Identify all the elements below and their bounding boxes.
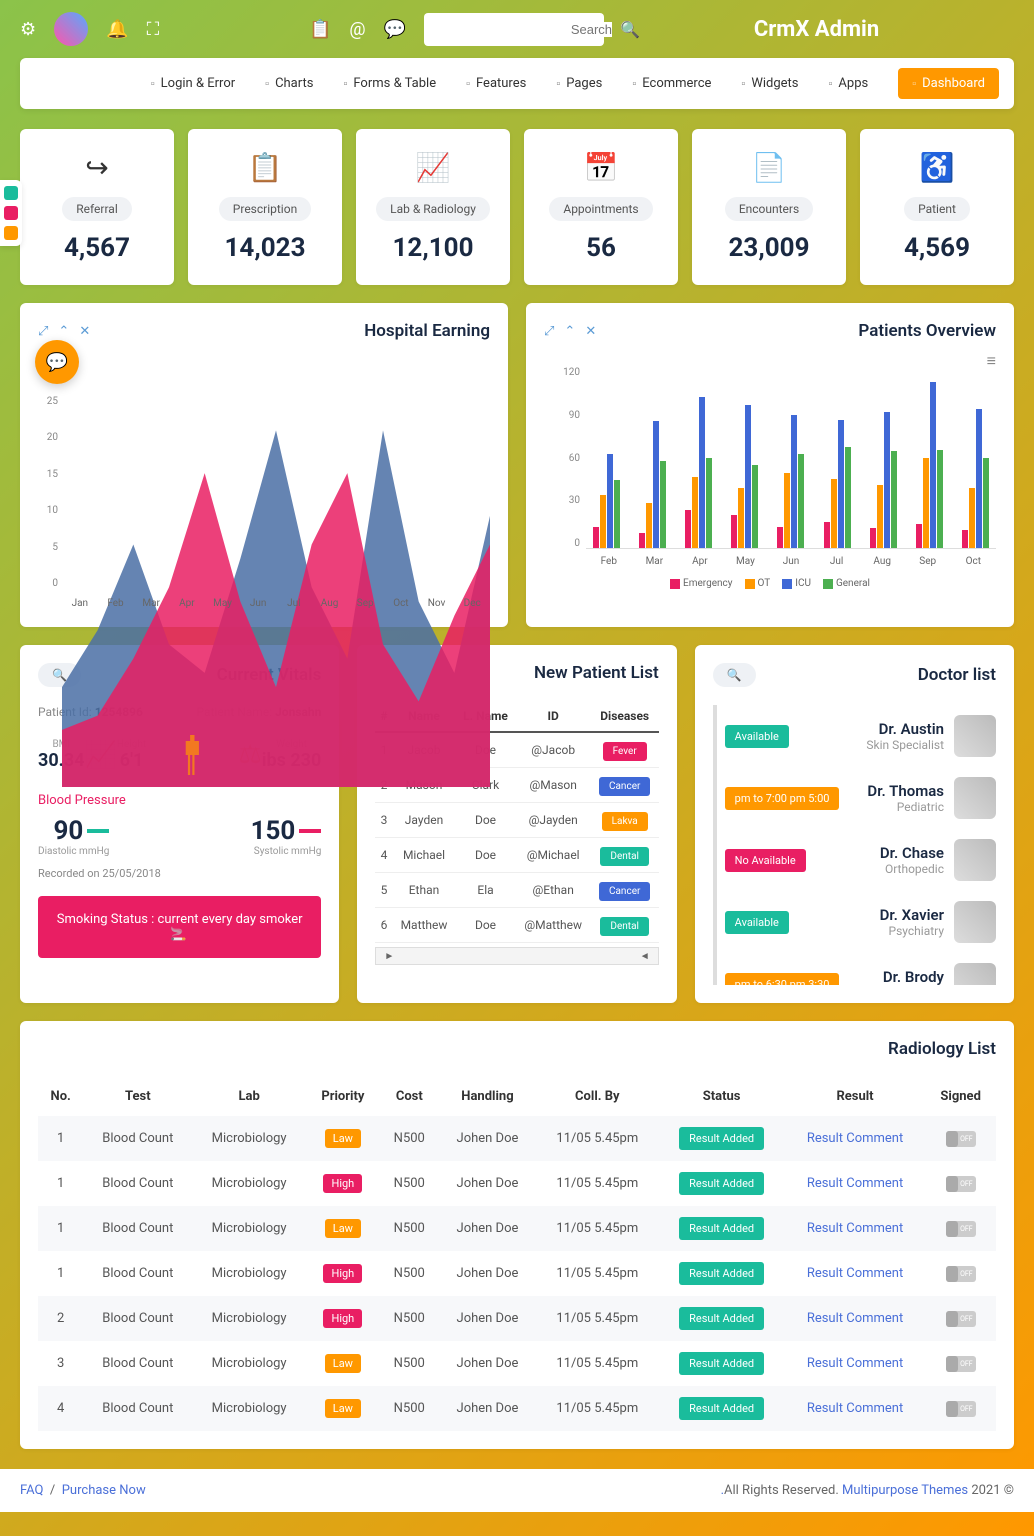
up-icon[interactable]: ⌃ — [58, 324, 69, 339]
table-row[interactable]: 5EthanEla@EthanCancer — [375, 873, 658, 908]
stat-card: ♿ Patient 4,569 — [860, 129, 1014, 285]
stat-card: 📈 Lab & Radiology 12,100 — [356, 129, 510, 285]
stat-icon: ♿ — [870, 151, 1004, 183]
up-icon[interactable]: ⌃ — [564, 324, 575, 339]
stat-icon: 📈 — [366, 151, 500, 183]
doctor-item[interactable]: Dr. ThomasPediatric 5:00 pm to 7:00 pm — [725, 767, 996, 829]
brand: CrmX Admin — [754, 17, 879, 42]
fullscreen-icon[interactable]: ⛶ — [147, 19, 160, 40]
expand-icon[interactable]: ⤢ — [38, 324, 48, 339]
bar-chart: ≡ 1209060300FebMarAprMayJunJulAugSepOctE… — [544, 359, 996, 589]
stat-card: 📋 Prescription 14,023 — [188, 129, 342, 285]
table-row[interactable]: 4MichaelDoe@MichaelDental — [375, 838, 658, 873]
table-row[interactable]: 6MatthewDoe@MatthewDental — [375, 908, 658, 943]
stat-icon: ↪ — [30, 151, 164, 183]
nav-item[interactable]: Login & Error ▫ — [151, 76, 235, 91]
table-row[interactable]: 1Blood CountMicrobiology High N500Johen … — [38, 1251, 996, 1296]
patients-overview-card: Patients Overview ✕ ⌃ ⤢ ≡ 1209060300FebM… — [526, 303, 1014, 627]
radiology-table: No.TestLabPriorityCostHandlingColl. BySt… — [38, 1077, 996, 1431]
table-row[interactable]: 1Blood CountMicrobiology Law N500Johen D… — [38, 1206, 996, 1251]
table-row[interactable]: 3JaydenDoe@JaydenLakva — [375, 803, 658, 838]
table-row[interactable]: 4Blood CountMicrobiology Law N500Johen D… — [38, 1386, 996, 1431]
side-tab-3[interactable] — [4, 226, 18, 240]
nav-item[interactable]: Dashboard ▫ — [898, 68, 999, 99]
doctor-item[interactable]: Dr. BrodyGenral 3:30 pm to 6:30 pm — [725, 953, 996, 985]
avatar[interactable] — [54, 12, 88, 46]
hospital-earning-card: Hospital Earning ✕ ⌃ ⤢ 302520151050JanFe… — [20, 303, 508, 627]
nav-item[interactable]: Pages ▫ — [556, 76, 602, 91]
stat-icon: 📄 — [702, 151, 836, 183]
doctor-avatar — [954, 715, 996, 757]
smoking-status: Smoking Status : current every day smoke… — [38, 896, 321, 958]
chat-icon[interactable]: 💬 — [384, 19, 406, 40]
toggle[interactable]: OFF — [946, 1131, 976, 1147]
doctor-search[interactable]: 🔍 — [713, 663, 756, 687]
topbar: CrmX Admin 🔍 💬 @ 📋 ⛶ 🔔 ⚙ — [0, 0, 1034, 58]
toggle[interactable]: OFF — [946, 1221, 976, 1237]
doctor-avatar — [954, 963, 996, 985]
scroll-left-icon[interactable]: ◄ — [632, 951, 658, 962]
scroll-right-icon[interactable]: ► — [376, 951, 402, 962]
stat-icon: 📋 — [198, 151, 332, 183]
nav-item[interactable]: Ecommerce ▫ — [632, 76, 711, 91]
table-row[interactable]: 1Blood CountMicrobiology Law N500Johen D… — [38, 1116, 996, 1161]
doctor-item[interactable]: Dr. XavierPsychiatry Available — [725, 891, 996, 953]
table-row[interactable]: 2Blood CountMicrobiology High N500Johen … — [38, 1296, 996, 1341]
side-tab-1[interactable] — [4, 186, 18, 200]
doctor-list-card: Doctor list 🔍 Dr. AustinSkin Specialist … — [695, 645, 1014, 1003]
toggle[interactable]: OFF — [946, 1176, 976, 1192]
stat-card: 📅 Appointments 56 — [524, 129, 678, 285]
toggle[interactable]: OFF — [946, 1266, 976, 1282]
nav-item[interactable]: Widgets ▫ — [741, 76, 798, 91]
bell-icon[interactable]: 🔔 — [106, 19, 128, 40]
at-icon[interactable]: @ — [349, 19, 365, 40]
fab-button[interactable]: 💬 — [35, 340, 79, 384]
clipboard-icon[interactable]: 📋 — [309, 19, 331, 40]
collapse-icon[interactable]: ✕ — [79, 324, 90, 339]
stat-card: ↪ Referral 4,567 — [20, 129, 174, 285]
doctor-list: Dr. AustinSkin Specialist Available Dr. … — [713, 705, 996, 985]
table-row[interactable]: 1Blood CountMicrobiology High N500Johen … — [38, 1161, 996, 1206]
search-icon: 🔍 — [620, 20, 640, 39]
nav-item[interactable]: Features ▫ — [466, 76, 526, 91]
card-title: Hospital Earning — [364, 321, 490, 341]
side-tab-2[interactable] — [4, 206, 18, 220]
doctor-item[interactable]: Dr. ChaseOrthopedic No Available — [725, 829, 996, 891]
card-title: Patients Overview — [858, 321, 996, 341]
toggle[interactable]: OFF — [946, 1401, 976, 1417]
doctor-avatar — [954, 901, 996, 943]
area-chart: 302520151050JanFebMarAprMayJunJulAugSepO… — [38, 359, 490, 609]
gear-icon[interactable]: ⚙ — [20, 19, 36, 40]
radiology-card: Radiology List No.TestLabPriorityCostHan… — [20, 1021, 1014, 1449]
side-tabs[interactable] — [0, 180, 22, 246]
doctor-avatar — [954, 777, 996, 819]
nav-item[interactable]: Apps ▫ — [829, 76, 869, 91]
scroll-bar[interactable]: ◄ ► — [375, 947, 658, 965]
expand-icon[interactable]: ⤢ — [544, 324, 554, 339]
collapse-icon[interactable]: ✕ — [585, 324, 596, 339]
doctor-item[interactable]: Dr. AustinSkin Specialist Available — [725, 705, 996, 767]
toggle[interactable]: OFF — [946, 1311, 976, 1327]
nav: Dashboard ▫ Apps ▫ Widgets ▫ Ecommerce ▫ Pag… — [20, 58, 1014, 109]
doctor-avatar — [954, 839, 996, 881]
nav-item[interactable]: Forms & Table ▫ — [343, 76, 436, 91]
stat-card: 📄 Encounters 23,009 — [692, 129, 846, 285]
search-box[interactable]: 🔍 — [424, 13, 604, 46]
toggle[interactable]: OFF — [946, 1356, 976, 1372]
stats-row: ♿ Patient 4,569 📄 Encounters 23,009 📅 Ap… — [20, 129, 1014, 285]
stat-icon: 📅 — [534, 151, 668, 183]
nav-item[interactable]: Charts ▫ — [265, 76, 313, 91]
search-input[interactable] — [436, 22, 612, 37]
table-row[interactable]: 3Blood CountMicrobiology Law N500Johen D… — [38, 1341, 996, 1386]
footer: © 2021 All Rights Reserved. Multipurpose… — [0, 1469, 1034, 1512]
